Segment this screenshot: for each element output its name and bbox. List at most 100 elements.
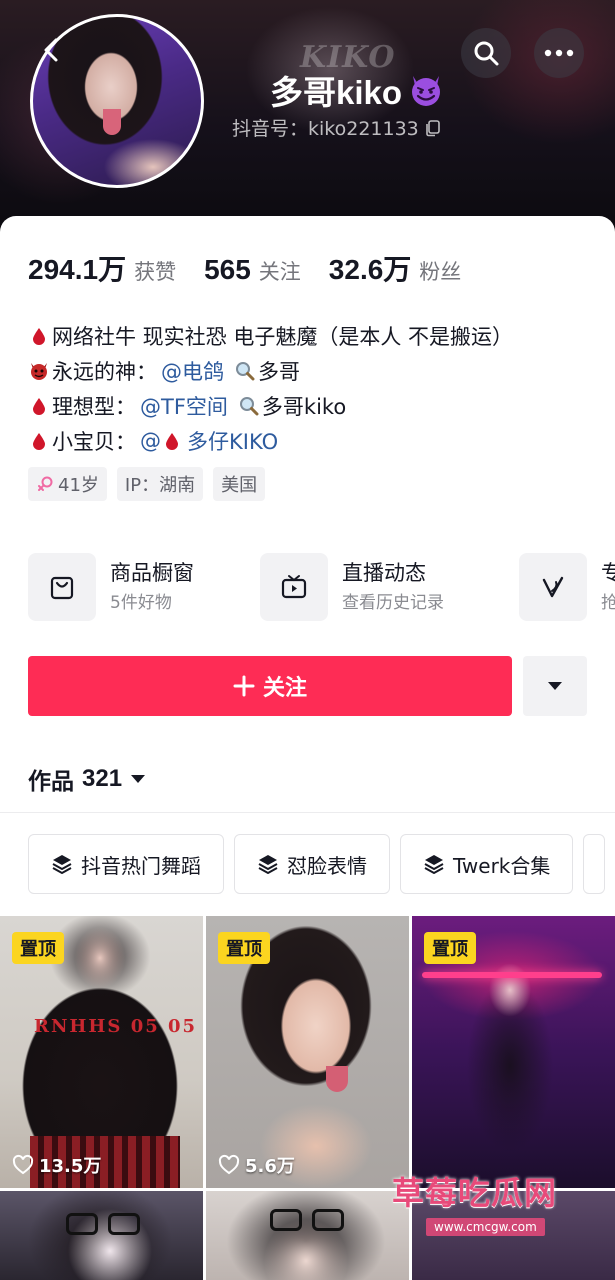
pinned-badge: 置顶 bbox=[424, 932, 476, 964]
female-symbol-icon bbox=[38, 476, 53, 491]
blood-drop-icon bbox=[33, 327, 45, 345]
service-live-title: 直播动态 bbox=[342, 561, 426, 585]
stat-following-value: 565 bbox=[204, 254, 251, 285]
video-thumbnail[interactable] bbox=[0, 1191, 203, 1280]
watermark-url: www.cmcgw.com bbox=[426, 1218, 545, 1236]
bio-line-4-prefix: 小宝贝： bbox=[52, 429, 136, 454]
service-third-subtitle: 抢 bbox=[601, 593, 615, 613]
tab-works[interactable]: 作品 321 bbox=[28, 762, 146, 796]
follow-button-label: 关注 bbox=[262, 676, 307, 701]
collection-chip-label: Twerk合集 bbox=[453, 853, 551, 878]
red-devil-face-icon bbox=[31, 362, 47, 380]
glasses-detail bbox=[270, 1209, 344, 1233]
douyin-id: 抖音号：kiko221133 bbox=[232, 118, 419, 140]
layers-icon bbox=[424, 855, 444, 874]
back-arrow-icon[interactable] bbox=[38, 36, 66, 64]
collection-chip-dance[interactable]: 抖音热门舞蹈 bbox=[28, 834, 224, 894]
layers-icon bbox=[52, 855, 72, 874]
video-thumbnail[interactable] bbox=[206, 1191, 409, 1280]
follow-button[interactable]: 关注 bbox=[28, 656, 512, 716]
blood-drop-icon bbox=[166, 432, 178, 450]
bio-line-3-prefix: 理想型： bbox=[52, 394, 136, 419]
magnifier-emoji-icon bbox=[239, 396, 259, 415]
video-thumbnail[interactable]: 置顶 5.6万 bbox=[206, 916, 409, 1188]
age-tag-text: 41岁 bbox=[58, 475, 99, 496]
collection-chip-label: 抖音热门舞蹈 bbox=[81, 853, 201, 878]
video-likes-count: 13.5万 bbox=[39, 1156, 102, 1177]
video-thumbnail[interactable]: 置顶 bbox=[412, 916, 615, 1188]
caret-down-icon bbox=[548, 682, 562, 690]
video-likes-count: 5.6万 bbox=[245, 1156, 295, 1177]
service-third[interactable]: 专 抢 bbox=[519, 552, 615, 622]
stat-following-label: 关注 bbox=[258, 260, 301, 284]
stat-likes-label: 获赞 bbox=[134, 260, 177, 284]
stat-followers[interactable]: 32.6万 粉丝 bbox=[329, 248, 462, 288]
works-tab-count: 321 bbox=[82, 765, 123, 792]
bio-mention-link-2[interactable]: @TF空间 bbox=[140, 391, 228, 421]
bio-mention-link-1[interactable]: @电鸽 bbox=[161, 356, 224, 386]
layers-icon bbox=[258, 855, 278, 874]
heart-outline-icon bbox=[12, 1154, 34, 1175]
location-tag: 美国 bbox=[213, 467, 266, 501]
service-entries: 商品橱窗 5件好物 直播动态 查看历史记录 专 抢 bbox=[28, 552, 615, 622]
collection-chip-twerk[interactable]: Twerk合集 bbox=[400, 834, 574, 894]
search-icon bbox=[474, 41, 499, 66]
nickname-row: 多哥kiko bbox=[270, 66, 446, 114]
magnifier-emoji-icon bbox=[236, 361, 255, 380]
stats-bar: 294.1万 获赞 565 关注 32.6万 粉丝 bbox=[28, 248, 489, 288]
collection-chip-partial[interactable] bbox=[583, 834, 606, 894]
bio-line-1-text: 网络社牛 现实社恐 电子魅魔（是本人 不是搬运） bbox=[52, 324, 514, 349]
bio: 网络社牛 现实社恐 电子魅魔（是本人 不是搬运） 永远的神： @电鸽 多哥 理想… bbox=[28, 318, 598, 458]
profile-tags: 41岁 IP：湖南 美国 bbox=[28, 467, 266, 501]
bio-mention-link-3[interactable]: 多仔KIKO bbox=[187, 426, 278, 456]
blood-drop-icon bbox=[33, 397, 45, 415]
stat-likes[interactable]: 294.1万 获赞 bbox=[28, 248, 176, 288]
tv-icon bbox=[260, 553, 328, 621]
stat-following[interactable]: 565 关注 bbox=[204, 254, 301, 286]
more-options-button[interactable] bbox=[534, 28, 584, 78]
bio-line-2-suffix: 多哥 bbox=[258, 359, 300, 384]
service-live-history[interactable]: 直播动态 查看历史记录 bbox=[260, 552, 444, 622]
collection-chips: 抖音热门舞蹈 怼脸表情 Twerk合集 bbox=[28, 834, 606, 894]
bio-line-1: 网络社牛 现实社恐 电子魅魔（是本人 不是搬运） bbox=[28, 318, 598, 353]
copy-icon[interactable] bbox=[423, 118, 443, 138]
stat-followers-label: 粉丝 bbox=[419, 260, 462, 284]
search-button[interactable] bbox=[461, 28, 511, 78]
service-shop-title: 商品橱窗 bbox=[110, 561, 194, 585]
divider bbox=[0, 812, 615, 813]
ip-tag: IP：湖南 bbox=[116, 467, 204, 501]
pinned-badge: 置顶 bbox=[218, 932, 270, 964]
video-likes: 13.5万 bbox=[12, 1152, 101, 1178]
bio-line-3-suffix: 多哥kiko bbox=[261, 394, 347, 419]
avatar-detail bbox=[103, 109, 121, 135]
douyin-id-row[interactable]: 抖音号：kiko221133 bbox=[232, 114, 443, 141]
bio-line-2: 永远的神： @电鸽 多哥 bbox=[28, 353, 598, 388]
thumbnail-detail bbox=[326, 1066, 348, 1092]
works-tab-title: 作品 bbox=[28, 769, 74, 795]
service-live-subtitle: 查看历史记录 bbox=[342, 593, 444, 613]
service-third-title: 专 bbox=[601, 561, 615, 585]
age-tag: 41岁 bbox=[28, 467, 107, 501]
glasses-detail bbox=[66, 1213, 140, 1237]
video-likes: 5.6万 bbox=[218, 1152, 295, 1178]
shopping-bag-icon bbox=[28, 553, 96, 621]
bio-mention-at[interactable]: @ bbox=[140, 429, 161, 453]
more-dots-icon bbox=[544, 49, 574, 57]
watermark-name: 草莓吃瓜网 bbox=[392, 1174, 558, 1212]
site-watermark: 草莓吃瓜网 www.cmcgw.com bbox=[392, 1168, 557, 1236]
profile-banner: KIKO 多哥kiko 抖音号：kiko221133 bbox=[0, 0, 615, 240]
caret-down-icon bbox=[131, 775, 146, 783]
neon-light-detail bbox=[422, 972, 602, 978]
v-check-icon bbox=[519, 553, 587, 621]
plus-icon bbox=[233, 675, 255, 697]
recommend-dropdown-button[interactable] bbox=[523, 656, 587, 716]
video-thumbnail[interactable]: RNHHS 05 05 置顶 13.5万 bbox=[0, 916, 203, 1188]
service-shop-window[interactable]: 商品橱窗 5件好物 bbox=[28, 552, 194, 622]
hoodie-print-text: RNHHS 05 05 bbox=[34, 1016, 198, 1037]
bio-line-2-prefix: 永远的神： bbox=[52, 359, 157, 384]
collection-chip-faces[interactable]: 怼脸表情 bbox=[234, 834, 390, 894]
pinned-badge: 置顶 bbox=[12, 932, 64, 964]
bio-line-3: 理想型： @TF空间 多哥kiko bbox=[28, 388, 598, 423]
stat-followers-value: 32.6万 bbox=[328, 254, 412, 285]
profile-sheet: 294.1万 获赞 565 关注 32.6万 粉丝 网络社牛 现实社恐 电子魅魔… bbox=[0, 216, 615, 1280]
